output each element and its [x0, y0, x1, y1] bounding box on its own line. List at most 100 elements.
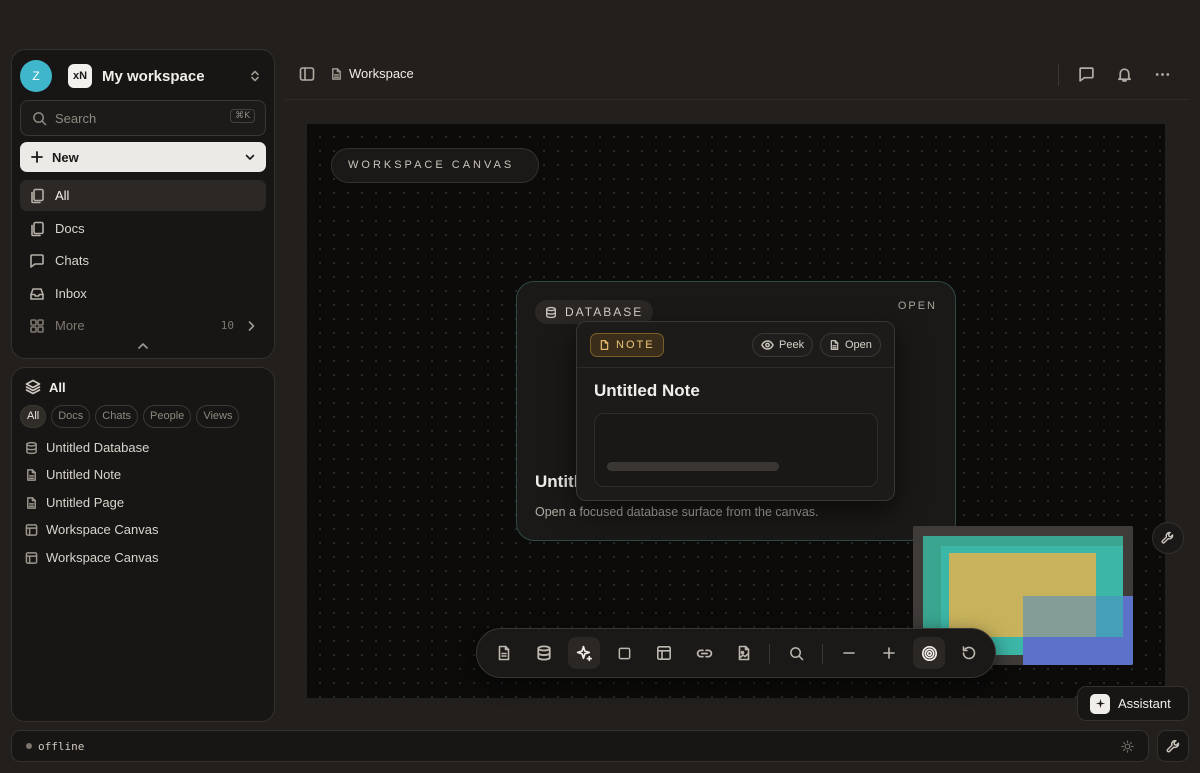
- list-item[interactable]: Untitled Database: [25, 440, 149, 455]
- more-horizontal-icon[interactable]: [1154, 66, 1171, 83]
- assistant-button[interactable]: Assistant: [1077, 686, 1189, 721]
- sidebar-item-all[interactable]: All: [20, 180, 266, 211]
- header-divider: [1058, 64, 1059, 86]
- docs-icon: [29, 221, 45, 237]
- search-shortcut: ⌘K: [230, 109, 255, 123]
- search-icon: [32, 111, 47, 126]
- canvas-toolbar: [476, 628, 996, 678]
- workspace-canvas[interactable]: WORKSPACE CANVAS DATABASE OPEN Untitl Op…: [307, 124, 1184, 698]
- filter-views[interactable]: Views: [196, 405, 240, 428]
- reset-icon[interactable]: [953, 637, 985, 669]
- note-preview-placeholder: [607, 462, 779, 471]
- sidebar-item-label: Chats: [55, 253, 89, 268]
- database-icon: [545, 306, 557, 319]
- document-icon: [25, 496, 38, 510]
- database-open-link[interactable]: OPEN: [898, 300, 937, 312]
- sidebar-item-more[interactable]: More 10: [20, 310, 266, 341]
- layout-icon: [25, 523, 38, 537]
- avatar[interactable]: Z: [20, 60, 52, 92]
- assistant-button-label: Assistant: [1118, 696, 1171, 711]
- sun-icon[interactable]: [1121, 740, 1134, 753]
- sparkle-icon[interactable]: [568, 637, 600, 669]
- database-card-title: Untitl: [535, 472, 579, 491]
- list-item[interactable]: Workspace Canvas: [25, 522, 158, 537]
- sparkle-plus-icon: [1090, 693, 1110, 714]
- copy-icon: [29, 188, 45, 204]
- zoom-out-icon[interactable]: [833, 637, 865, 669]
- database-card-description: Open a focused database surface from the…: [535, 505, 819, 519]
- inbox-icon: [29, 286, 45, 302]
- chevron-down-icon[interactable]: [244, 151, 256, 163]
- list-item[interactable]: Untitled Page: [25, 495, 124, 510]
- note-preview: [594, 413, 878, 487]
- search-input[interactable]: Search ⌘K: [20, 100, 266, 136]
- filter-docs[interactable]: Docs: [51, 405, 91, 428]
- list-item-label: Workspace Canvas: [46, 550, 159, 565]
- eye-icon: [761, 339, 774, 351]
- document-icon: [330, 67, 343, 81]
- search-placeholder: Search: [55, 110, 97, 126]
- workspace-switcher[interactable]: Z xN My workspace: [20, 60, 266, 92]
- note-tag: NOTE: [590, 333, 664, 357]
- grid-icon: [29, 318, 45, 334]
- add-page-icon[interactable]: [488, 637, 520, 669]
- note-title: Untitled Note: [594, 381, 700, 400]
- filter-chats[interactable]: Chats: [95, 405, 139, 428]
- square-icon[interactable]: [608, 637, 640, 669]
- new-button-label: New: [52, 149, 79, 165]
- status-dot: [26, 743, 32, 749]
- list-item[interactable]: Workspace Canvas: [25, 550, 158, 565]
- note-card[interactable]: NOTE Peek Open Untitled Note: [576, 321, 895, 501]
- chevron-right-icon: [246, 320, 256, 332]
- peek-button-label: Peek: [779, 339, 805, 351]
- zoom-search-icon[interactable]: [780, 637, 812, 669]
- peek-button[interactable]: Peek: [752, 333, 814, 357]
- new-button[interactable]: New: [20, 142, 266, 172]
- canvas-label: WORKSPACE CANVAS: [331, 148, 539, 183]
- toolbar-divider: [769, 644, 770, 664]
- layout-icon[interactable]: [648, 637, 680, 669]
- add-database-icon[interactable]: [528, 637, 560, 669]
- sidebar-item-inbox[interactable]: Inbox: [20, 278, 266, 309]
- sidebar-nav-panel: Z xN My workspace Search ⌘K New All Docs: [11, 49, 275, 359]
- open-button-label: Open: [845, 339, 872, 351]
- list-item-label: Untitled Note: [46, 467, 122, 482]
- list-item-label: Untitled Page: [46, 495, 125, 510]
- page-title: Workspace: [349, 66, 414, 81]
- target-icon[interactable]: [913, 637, 945, 669]
- link-icon[interactable]: [688, 637, 720, 669]
- zoom-in-icon[interactable]: [873, 637, 905, 669]
- list-item[interactable]: Untitled Note: [25, 467, 121, 482]
- sidebar-item-chats[interactable]: Chats: [20, 245, 266, 276]
- sidebar-item-label: All: [55, 188, 70, 203]
- chevron-up-icon[interactable]: [136, 340, 150, 352]
- layers-icon: [25, 379, 41, 395]
- list-item-label: Workspace Canvas: [46, 522, 159, 537]
- filter-all[interactable]: All: [20, 405, 47, 428]
- wrench-icon[interactable]: [1152, 522, 1184, 554]
- list-item-label: Untitled Database: [46, 440, 150, 455]
- sidebar-item-docs[interactable]: Docs: [20, 213, 266, 244]
- sidebar-item-label: Inbox: [55, 286, 87, 301]
- library-filters: All Docs Chats People Views: [20, 405, 240, 428]
- document-icon: [829, 339, 840, 351]
- wrench-icon[interactable]: [1157, 730, 1189, 762]
- library-header: All: [25, 379, 66, 395]
- workspace-logo: xN: [68, 64, 92, 88]
- status-text: offline: [38, 739, 85, 753]
- document-icon: [25, 468, 38, 482]
- library-panel: All All Docs Chats People Views Untitled…: [11, 367, 275, 722]
- more-count: 10: [220, 319, 234, 332]
- plus-icon: [31, 151, 43, 163]
- workspace-name: My workspace: [102, 67, 205, 85]
- document-icon: [599, 339, 610, 351]
- note-tag-label: NOTE: [616, 339, 655, 351]
- open-button[interactable]: Open: [820, 333, 881, 357]
- sidebar-toggle-icon[interactable]: [299, 66, 315, 82]
- breadcrumb[interactable]: Workspace: [330, 66, 414, 81]
- filter-people[interactable]: People: [143, 405, 192, 428]
- bell-icon[interactable]: [1116, 66, 1133, 83]
- image-file-icon[interactable]: [728, 637, 760, 669]
- status-bar: offline: [11, 730, 1149, 762]
- comment-icon[interactable]: [1078, 66, 1095, 83]
